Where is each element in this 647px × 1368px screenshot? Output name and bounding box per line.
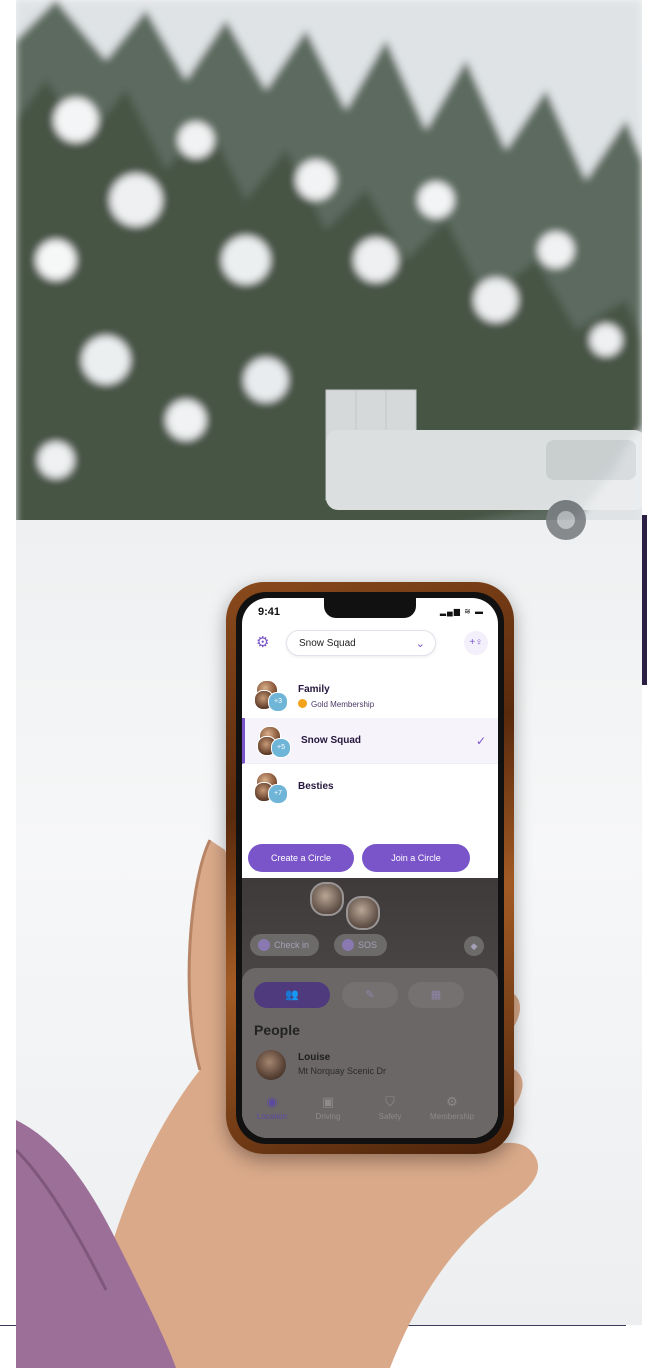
bottom-tab-bar: ◉ Location ▣ Driving ⛉ Safety ⚙ Membership [242,1088,498,1138]
accent-bar [642,515,647,685]
phone: 9:41 ▂▄▆ ≋ ▬ ⚙ Snow Squad ⌄ +♀ +3 Family… [226,582,514,1154]
member-count: +3 [268,692,288,712]
person-location: Mt Norquay Scenic Dr [298,1066,387,1076]
avatar: +3 [254,680,288,712]
circle-item-family[interactable]: +3 Family Gold Membership [242,672,498,719]
location-pin-icon [258,939,270,951]
avatar[interactable] [256,1050,286,1080]
member-count: +7 [268,784,288,804]
avatar: +5 [257,726,291,758]
add-person-icon[interactable]: +♀ [464,631,488,655]
circle-item-snow-squad[interactable]: +5 Snow Squad ✓ [242,718,498,764]
chevron-down-icon: ⌄ [415,638,425,650]
create-circle-button[interactable]: Create a Circle [248,844,354,872]
sleeve [16,1120,176,1368]
tab-location[interactable]: ◉ Location [242,1094,302,1121]
phone-bezel: 9:41 ▂▄▆ ≋ ▬ ⚙ Snow Squad ⌄ +♀ +3 Family… [236,592,504,1144]
map-avatar-pin[interactable] [346,896,380,930]
tab-people[interactable]: 👥 [254,982,330,1008]
map-layers-icon[interactable]: ◆ [464,936,484,956]
sos-button[interactable]: SOS [334,934,388,956]
person-name[interactable]: Louise [298,1052,330,1063]
tab-membership[interactable]: ⚙ Membership [422,1094,482,1121]
avatar: +7 [254,772,288,804]
white-truck [325,389,642,540]
membership-badge: Gold Membership [298,699,374,709]
circle-item-besties[interactable]: +7 Besties [242,764,498,811]
shield-icon: ⛉ [385,1094,395,1109]
car-icon: ▣ [321,1094,335,1109]
tab-driving[interactable]: ▣ Driving [298,1094,358,1121]
tab-safety[interactable]: ⛉ Safety [360,1094,420,1121]
checkmark-icon: ✓ [475,734,486,748]
circle-name: Snow Squad [301,735,361,746]
map-overlay: Check in SOS ◆ 👥 ✎ ▦ People Louise Mt No… [242,878,498,1138]
notch [324,598,416,618]
phone-screen: 9:41 ▂▄▆ ≋ ▬ ⚙ Snow Squad ⌄ +♀ +3 Family… [242,598,498,1138]
bottom-sheet: 👥 ✎ ▦ People Louise Mt Norquay Scenic Dr… [242,968,498,1138]
gold-badge-icon [298,699,307,708]
circle-dropdown[interactable]: Snow Squad ⌄ [286,630,436,656]
join-circle-button[interactable]: Join a Circle [362,844,470,872]
spacer [242,810,498,840]
tab-items[interactable]: ▦ [408,982,464,1008]
location-icon: ◉ [266,1094,278,1109]
people-heading: People [254,1022,300,1038]
circle-name: Family [298,684,330,695]
sos-icon [342,939,354,951]
circle-header: ⚙ Snow Squad ⌄ +♀ [242,624,498,672]
status-time: 9:41 [258,606,281,618]
checkin-button[interactable]: Check in [250,934,320,956]
member-count: +5 [271,738,291,758]
circle-name: Besties [298,781,334,792]
signal-wifi-battery-icons: ▂▄▆ ≋ ▬ [439,607,484,616]
membership-icon: ⚙ [446,1094,458,1109]
circle-dropdown-label: Snow Squad [299,638,356,649]
map-avatar-pin[interactable] [310,882,344,916]
tab-places[interactable]: ✎ [342,982,398,1008]
gear-icon[interactable]: ⚙ [256,635,272,651]
